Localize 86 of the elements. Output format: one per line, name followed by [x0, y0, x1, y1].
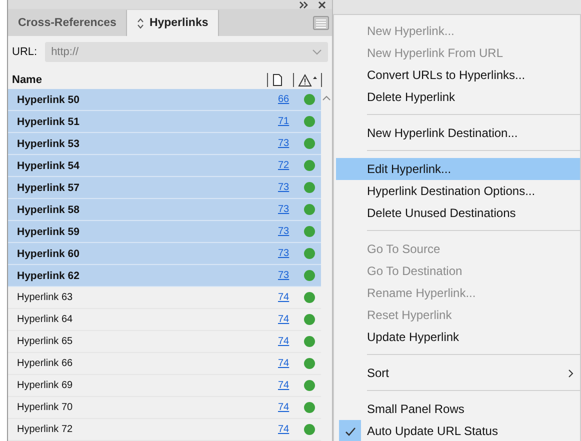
menu-item[interactable]: Update Hyperlink	[336, 326, 580, 348]
page-link[interactable]: 74	[278, 358, 292, 369]
hyperlink-name: Hyperlink 62	[17, 270, 80, 282]
status-dot	[304, 314, 315, 325]
page-link[interactable]: 73	[278, 270, 292, 281]
hyperlink-row[interactable]: Hyperlink 58 73	[8, 199, 321, 221]
page-link[interactable]: 74	[278, 336, 292, 347]
page-link[interactable]: 74	[278, 380, 292, 391]
panel-tab[interactable]: Hyperlinks	[127, 10, 220, 36]
check-icon	[344, 426, 356, 436]
hyperlink-name: Hyperlink 51	[17, 116, 80, 128]
status-dot	[304, 94, 315, 105]
submenu-chevron-icon	[568, 368, 574, 378]
page-link[interactable]: 66	[278, 94, 292, 105]
hyperlink-row[interactable]: Hyperlink 72 74	[8, 419, 321, 441]
page-link[interactable]: 73	[278, 248, 292, 259]
page-link[interactable]: 74	[278, 402, 292, 413]
page-icon[interactable]	[272, 74, 283, 86]
hyperlink-row[interactable]: Hyperlink 70 74	[8, 397, 321, 419]
status-dot	[304, 182, 315, 193]
menu-item[interactable]: New Hyperlink Destination...	[336, 122, 580, 144]
page-link[interactable]: 74	[278, 292, 292, 303]
hyperlink-name: Hyperlink 60	[17, 248, 80, 260]
hyperlink-name: Hyperlink 64	[17, 314, 74, 325]
status-dot	[304, 358, 315, 369]
status-dot	[304, 424, 315, 435]
close-icon[interactable]	[318, 0, 326, 8]
status-dot	[304, 204, 315, 215]
hyperlink-row[interactable]: Hyperlink 57 73	[8, 177, 321, 199]
hyperlink-row[interactable]: Hyperlink 54 72	[8, 155, 321, 177]
menu-item[interactable]: Sort	[336, 362, 580, 384]
hyperlink-name: Hyperlink 58	[17, 204, 80, 216]
status-dot	[304, 226, 315, 237]
menu-item[interactable]: Delete Unused Destinations	[336, 202, 580, 224]
hyperlink-row[interactable]: Hyperlink 59 73	[8, 221, 321, 243]
hyperlink-row[interactable]: Hyperlink 64 74	[8, 309, 321, 331]
updown-icon	[137, 18, 144, 28]
hyperlink-name: Hyperlink 63	[17, 292, 74, 303]
hyperlink-name: Hyperlink 66	[17, 358, 74, 369]
hyperlink-name: Hyperlink 70	[17, 402, 74, 413]
status-dot	[304, 292, 315, 303]
hyperlink-row[interactable]: Hyperlink 62 73	[8, 265, 321, 287]
collapse-icon[interactable]	[299, 0, 308, 8]
hyperlink-row[interactable]: Hyperlink 60 73	[8, 243, 321, 265]
hyperlink-row[interactable]: Hyperlink 66 74	[8, 353, 321, 375]
page-link[interactable]: 74	[278, 314, 292, 325]
page-link[interactable]: 73	[278, 182, 292, 193]
page-link[interactable]: 74	[278, 424, 292, 435]
hyperlink-row[interactable]: Hyperlink 65 74	[8, 331, 321, 353]
hyperlink-row[interactable]: Hyperlink 50 66	[8, 89, 321, 111]
status-dot	[304, 138, 315, 149]
hyperlink-row[interactable]: Hyperlink 63 74	[8, 287, 321, 309]
page-link[interactable]: 73	[278, 204, 292, 215]
column-header[interactable]: Name	[12, 74, 263, 86]
panel-menu-button[interactable]	[313, 16, 329, 30]
hyperlink-row[interactable]: Hyperlink 69 74	[8, 375, 321, 397]
status-dot	[304, 402, 315, 413]
hyperlink-row[interactable]: Hyperlink 53 73	[8, 133, 321, 155]
menu-item[interactable]: Convert URLs to Hyperlinks...	[336, 64, 580, 86]
page-link[interactable]: 73	[278, 226, 292, 237]
status-dot	[304, 116, 315, 127]
hyperlink-name: Hyperlink 57	[17, 182, 80, 194]
page-link[interactable]: 72	[278, 160, 292, 171]
url-label: URL:	[12, 46, 38, 58]
warning-sort-icon[interactable]	[298, 74, 317, 86]
menu-item[interactable]: Edit Hyperlink...	[336, 158, 580, 180]
status-dot	[304, 160, 315, 171]
hyperlink-row[interactable]: Hyperlink 51 71	[8, 111, 321, 133]
scroll-up-icon[interactable]	[322, 95, 331, 101]
hyperlink-name: Hyperlink 54	[17, 160, 80, 172]
hyperlink-name: Hyperlink 72	[17, 424, 74, 435]
hyperlink-name: Hyperlink 50	[17, 94, 80, 106]
hyperlink-name: Hyperlink 65	[17, 336, 74, 347]
status-dot	[304, 336, 315, 347]
menu-item[interactable]: Hyperlink Destination Options...	[336, 180, 580, 202]
menu-item[interactable]: Delete Hyperlink	[336, 86, 580, 108]
page-link[interactable]: 73	[278, 138, 292, 149]
hyperlink-name: Hyperlink 69	[17, 380, 74, 391]
hyperlink-name: Hyperlink 53	[17, 138, 80, 150]
menu-item[interactable]: Small Panel Rows	[336, 398, 580, 420]
page-link[interactable]: 71	[278, 116, 292, 127]
status-dot	[304, 270, 315, 281]
status-dot	[304, 380, 315, 391]
status-dot	[304, 248, 315, 259]
menu-item[interactable]: Auto Update URL Status	[336, 420, 580, 441]
hyperlink-name: Hyperlink 59	[17, 226, 80, 238]
